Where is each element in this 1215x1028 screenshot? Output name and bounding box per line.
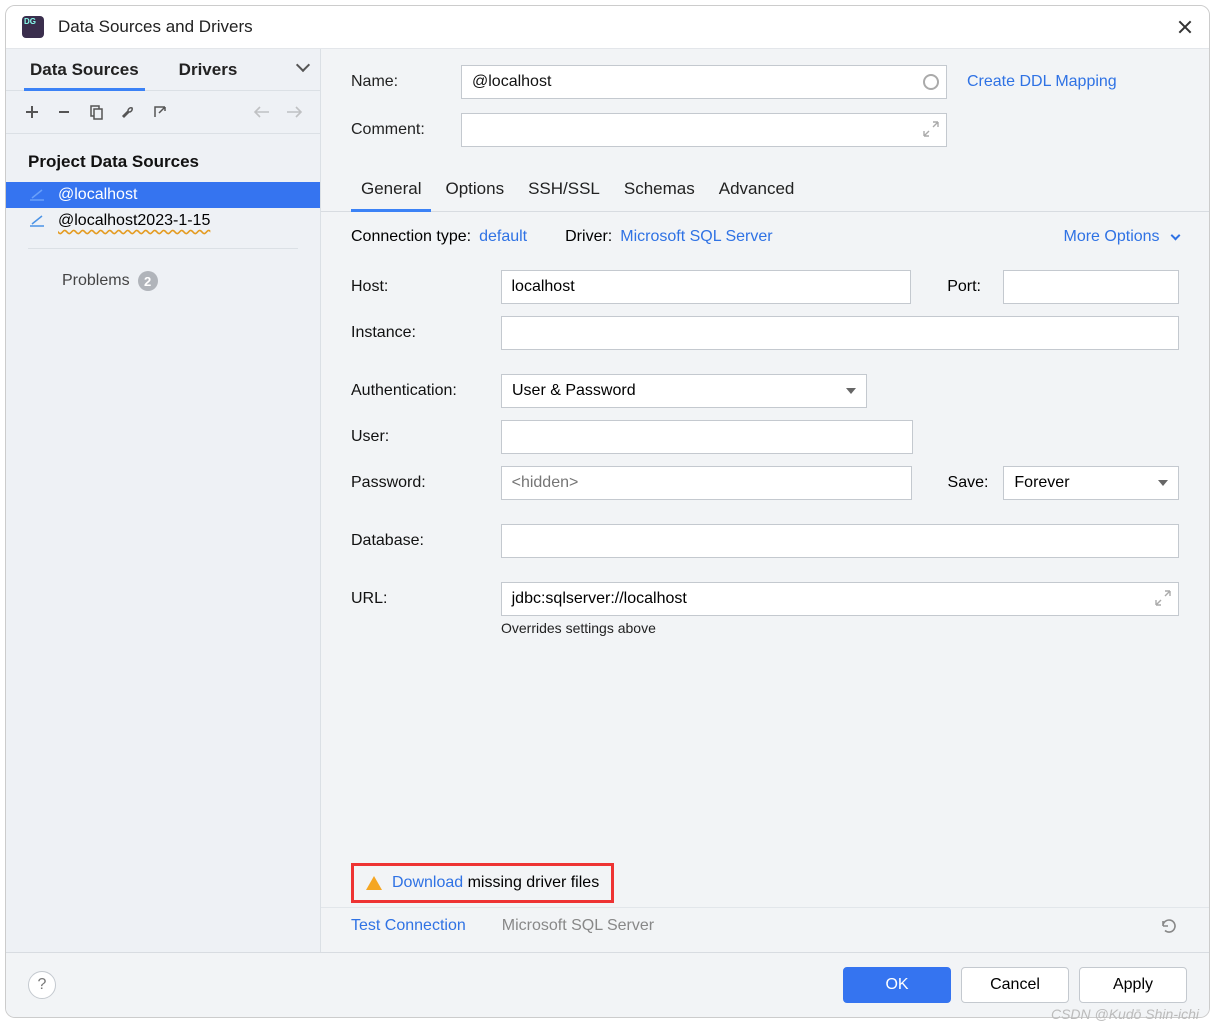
- name-label: Name:: [351, 73, 461, 91]
- password-label: Password:: [351, 474, 501, 492]
- url-hint: Overrides settings above: [501, 620, 1179, 636]
- port-input[interactable]: [1003, 270, 1179, 304]
- host-input[interactable]: [501, 270, 912, 304]
- sidebar-item-label: @localhost2023-1-15: [58, 212, 210, 230]
- save-select[interactable]: Forever: [1003, 466, 1179, 500]
- warning-text: missing driver files: [463, 874, 599, 891]
- chevron-down-icon: [846, 388, 856, 394]
- titlebar: Data Sources and Drivers: [6, 6, 1209, 49]
- url-input[interactable]: jdbc:sqlserver://localhost: [501, 582, 1179, 616]
- forward-icon[interactable]: [278, 99, 310, 125]
- user-label: User:: [351, 428, 501, 446]
- sidebar-toolbar: [6, 91, 320, 134]
- sidebar-item-label: @localhost: [58, 186, 137, 204]
- port-label: Port:: [947, 278, 1003, 296]
- export-icon[interactable]: [144, 99, 176, 125]
- sidebar-tabs: Data Sources Drivers: [6, 49, 320, 91]
- tab-ssh-ssl[interactable]: SSH/SSL: [518, 169, 610, 211]
- sidebar-expand-icon[interactable]: [294, 56, 312, 83]
- driver-value-link[interactable]: Microsoft SQL Server: [620, 228, 772, 246]
- sidebar-tree: Project Data Sources @localhost @localho…: [6, 134, 320, 952]
- expand-icon[interactable]: [1154, 589, 1172, 607]
- main-panel: Name: Create DDL Mapping Comment: Genera…: [321, 49, 1209, 952]
- dialog-footer: ? OK Cancel Apply: [6, 952, 1209, 1017]
- save-label: Save:: [948, 474, 1004, 492]
- warning-icon: [366, 876, 382, 890]
- tab-general[interactable]: General: [351, 169, 431, 211]
- auth-label: Authentication:: [351, 382, 501, 400]
- back-icon[interactable]: [246, 99, 278, 125]
- config-tabs: General Options SSH/SSL Schemas Advanced: [321, 169, 1209, 212]
- tab-options[interactable]: Options: [435, 169, 514, 211]
- remove-icon[interactable]: [48, 99, 80, 125]
- sidebar-heading: Project Data Sources: [6, 144, 320, 182]
- revert-icon[interactable]: [1159, 916, 1179, 936]
- url-label: URL:: [351, 590, 501, 608]
- download-driver-warning: Download missing driver files: [351, 863, 614, 903]
- divider: [28, 248, 298, 249]
- auth-select[interactable]: User & Password: [501, 374, 867, 408]
- comment-input[interactable]: [461, 113, 947, 147]
- driver-name-label: Microsoft SQL Server: [502, 917, 654, 935]
- sidebar-problems[interactable]: Problems 2: [6, 263, 320, 299]
- download-link[interactable]: Download: [392, 874, 463, 891]
- chevron-down-icon: [1158, 480, 1168, 486]
- close-icon[interactable]: [1177, 19, 1193, 35]
- sidebar-item-localhost2023[interactable]: @localhost2023-1-15: [6, 208, 320, 234]
- database-label: Database:: [351, 532, 501, 550]
- more-options-link[interactable]: More Options: [1064, 228, 1180, 246]
- comment-label: Comment:: [351, 121, 461, 139]
- sidebar-item-localhost[interactable]: @localhost: [6, 182, 320, 208]
- tab-advanced[interactable]: Advanced: [709, 169, 805, 211]
- test-row: Test Connection Microsoft SQL Server: [321, 907, 1209, 952]
- ok-button[interactable]: OK: [843, 967, 951, 1003]
- app-icon: [22, 16, 44, 38]
- host-label: Host:: [351, 278, 501, 296]
- test-connection-link[interactable]: Test Connection: [351, 917, 466, 935]
- help-icon[interactable]: ?: [28, 971, 56, 999]
- apply-button[interactable]: Apply: [1079, 967, 1187, 1003]
- create-ddl-mapping-link[interactable]: Create DDL Mapping: [967, 73, 1117, 91]
- database-input[interactable]: [501, 524, 1179, 558]
- dialog-window: Data Sources and Drivers Data Sources Dr…: [5, 5, 1210, 1018]
- connection-type-value[interactable]: default: [479, 228, 527, 246]
- tab-drivers[interactable]: Drivers: [163, 49, 254, 90]
- password-input[interactable]: [501, 466, 912, 500]
- connection-type-label: Connection type:: [351, 228, 471, 246]
- cancel-button[interactable]: Cancel: [961, 967, 1069, 1003]
- copy-icon[interactable]: [80, 99, 112, 125]
- problems-label: Problems: [62, 272, 130, 290]
- tab-schemas[interactable]: Schemas: [614, 169, 705, 211]
- window-title: Data Sources and Drivers: [58, 17, 1177, 37]
- driver-label: Driver:: [565, 228, 612, 246]
- instance-input[interactable]: [501, 316, 1179, 350]
- wrench-icon[interactable]: [112, 99, 144, 125]
- sidebar: Data Sources Drivers Project Data Source…: [6, 49, 321, 952]
- tab-data-sources[interactable]: Data Sources: [14, 49, 155, 90]
- instance-label: Instance:: [351, 324, 501, 342]
- datasource-icon: [28, 188, 46, 202]
- watermark: CSDN @Kudō Shin-ichi: [1051, 1006, 1199, 1022]
- add-icon[interactable]: [16, 99, 48, 125]
- name-input[interactable]: [461, 65, 947, 99]
- user-input[interactable]: [501, 420, 913, 454]
- problems-count-badge: 2: [138, 271, 158, 291]
- color-ring-icon[interactable]: [923, 74, 939, 90]
- datasource-icon: [28, 214, 46, 228]
- expand-icon[interactable]: [922, 120, 940, 138]
